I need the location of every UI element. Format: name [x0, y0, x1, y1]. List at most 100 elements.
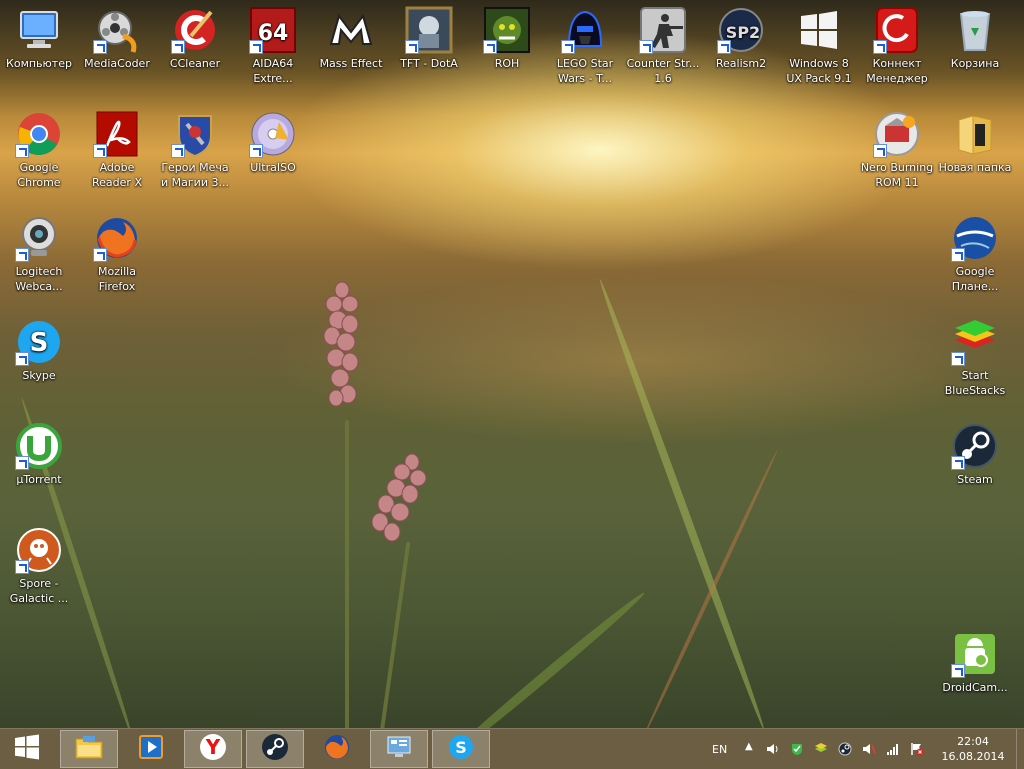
desktop-icon-droidcam[interactable]: DroidCam...: [936, 630, 1014, 695]
icon-label: Mass Effect: [319, 57, 383, 70]
desktop-icon-heroes3[interactable]: Герои Меча и Магии 3...: [156, 110, 234, 190]
speaker-tray-icon[interactable]: [862, 742, 876, 756]
grass-blade: [441, 589, 648, 728]
droidcam-icon: [951, 630, 999, 678]
desktop-icon-bluestacks[interactable]: Start BlueStacks: [936, 318, 1014, 398]
chrome-icon: [15, 110, 63, 158]
bluestacks-tray-icon[interactable]: [814, 742, 828, 756]
shortcut-arrow-icon: [951, 664, 965, 678]
media-player-icon: [137, 733, 165, 765]
flower-spike: [323, 281, 359, 407]
taskbar-file-explorer[interactable]: [60, 730, 118, 768]
shortcut-arrow-icon: [93, 248, 107, 262]
shortcut-arrow-icon: [93, 144, 107, 158]
shortcut-arrow-icon: [951, 248, 965, 262]
icon-label: Skype: [22, 369, 56, 382]
icon-label: Start BlueStacks: [944, 369, 1006, 397]
desktop-icon-skype[interactable]: S Skype: [0, 318, 78, 383]
desktop-icon-aida64[interactable]: 64 AIDA64 Extre...: [234, 6, 312, 86]
desktop-icon-realism2[interactable]: SP2 Realism2: [702, 6, 780, 71]
grass-blade: [345, 420, 349, 728]
taskbar-yandex-browser[interactable]: Y: [184, 730, 242, 768]
desktop-icon-windows8-uxpack[interactable]: Windows 8 UX Pack 9.1: [780, 6, 858, 86]
desktop-icon-google-earth[interactable]: Google Плане...: [936, 214, 1014, 294]
network-signal-icon[interactable]: [886, 742, 900, 756]
clock[interactable]: 22:04 16.08.2014: [940, 729, 1006, 769]
ultraiso-icon: [249, 110, 297, 158]
taskbar: Y S EN ▲ 22:04 16.08.2014: [0, 728, 1024, 769]
realism2-icon: SP2: [717, 6, 765, 54]
volume-tray-icon[interactable]: [766, 742, 780, 756]
desktop-icon-connect-manager[interactable]: Коннект Менеджер: [858, 6, 936, 86]
shortcut-arrow-icon: [171, 40, 185, 54]
icon-label: Mozilla Firefox: [98, 265, 136, 293]
icon-label: Корзина: [950, 57, 1000, 70]
desktop-icon-recycle-bin[interactable]: Корзина: [936, 6, 1014, 71]
desktop-icon-roh[interactable]: ROH: [468, 6, 546, 71]
skype-icon: S: [447, 733, 475, 765]
clock-date: 16.08.2014: [941, 750, 1005, 763]
desktop-icon-mediacoder[interactable]: MediaCoder: [78, 6, 156, 71]
connect-manager-icon: [873, 6, 921, 54]
folder-icon: [951, 110, 999, 158]
desktop-icon-counter-strike[interactable]: Counter Str... 1.6: [624, 6, 702, 86]
desktop-icon-ultraiso[interactable]: UltraISO: [234, 110, 312, 175]
security-tray-icon[interactable]: [790, 742, 804, 756]
taskbar-control-panel[interactable]: [370, 730, 428, 768]
windows-start-icon: [14, 734, 40, 764]
desktop-icon-logitech-webcam[interactable]: Logitech Webca...: [0, 214, 78, 294]
icon-label: µTorrent: [16, 473, 62, 486]
taskbar-steam[interactable]: [246, 730, 304, 768]
desktop-icon-google-chrome[interactable]: Google Chrome: [0, 110, 78, 190]
icon-label: TFT - DotA: [400, 57, 458, 70]
desktop-icon-new-folder[interactable]: Новая папка: [936, 110, 1014, 175]
desktop-icon-firefox[interactable]: Mozilla Firefox: [78, 214, 156, 294]
desktop-icon-adobe-reader[interactable]: Adobe Reader X: [78, 110, 156, 190]
desktop-icon-steam[interactable]: Steam: [936, 422, 1014, 487]
desktop-icon-utorrent[interactable]: µTorrent: [0, 422, 78, 487]
computer-icon: [15, 6, 63, 54]
shortcut-arrow-icon: [93, 40, 107, 54]
icon-label: AIDA64 Extre...: [252, 57, 294, 85]
desktop-icon-mass-effect[interactable]: Mass Effect: [312, 6, 390, 71]
google-earth-icon: [951, 214, 999, 262]
show-desktop-button[interactable]: [1016, 729, 1024, 769]
shortcut-arrow-icon: [951, 352, 965, 366]
taskbar-media-player[interactable]: [122, 730, 180, 768]
steam-tray-icon[interactable]: [838, 742, 852, 756]
icon-label: Новая папка: [938, 161, 1012, 174]
desktop-icon-spore[interactable]: Spore - Galactic ...: [0, 526, 78, 606]
show-hidden-icons-chevron-icon[interactable]: ▲: [745, 741, 759, 755]
desktop-icon-computer[interactable]: Компьютер: [0, 6, 78, 71]
skype-icon: S: [15, 318, 63, 366]
utorrent-icon: [15, 422, 63, 470]
steam-icon: [951, 422, 999, 470]
icon-label: Коннект Менеджер: [866, 57, 928, 85]
desktop-icon-lego-star-wars[interactable]: LEGO Star Wars - T...: [546, 6, 624, 86]
language-indicator[interactable]: EN: [712, 729, 727, 769]
taskbar-firefox[interactable]: [308, 730, 366, 768]
shortcut-arrow-icon: [561, 40, 575, 54]
icon-label: Компьютер: [6, 57, 72, 70]
start-button[interactable]: [0, 730, 54, 768]
icon-label: Spore - Galactic ...: [9, 577, 69, 605]
taskbar-skype[interactable]: S: [432, 730, 490, 768]
desktop-icon-ccleaner[interactable]: CCleaner: [156, 6, 234, 71]
desktop-icon-nero[interactable]: Nero Burning ROM 11: [858, 110, 936, 190]
shortcut-arrow-icon: [951, 456, 965, 470]
shortcut-arrow-icon: [873, 144, 887, 158]
icon-label: Steam: [957, 473, 993, 486]
aida64-icon: 64: [249, 6, 297, 54]
desktop-icon-tft-dota[interactable]: TFT - DotA: [390, 6, 468, 71]
svg-text:S: S: [30, 328, 49, 358]
file-explorer-icon: [74, 734, 104, 764]
svg-text:S: S: [455, 738, 467, 757]
spore-icon: [15, 526, 63, 574]
grass-blade: [380, 541, 411, 728]
desktop-background[interactable]: Компьютер MediaCoder CCleaner 64 AIDA64 …: [0, 0, 1024, 728]
shortcut-arrow-icon: [249, 40, 263, 54]
action-center-flag-icon[interactable]: [910, 742, 924, 756]
recycle-bin-icon: [951, 6, 999, 54]
steam-icon: [261, 733, 289, 765]
shortcut-arrow-icon: [15, 144, 29, 158]
